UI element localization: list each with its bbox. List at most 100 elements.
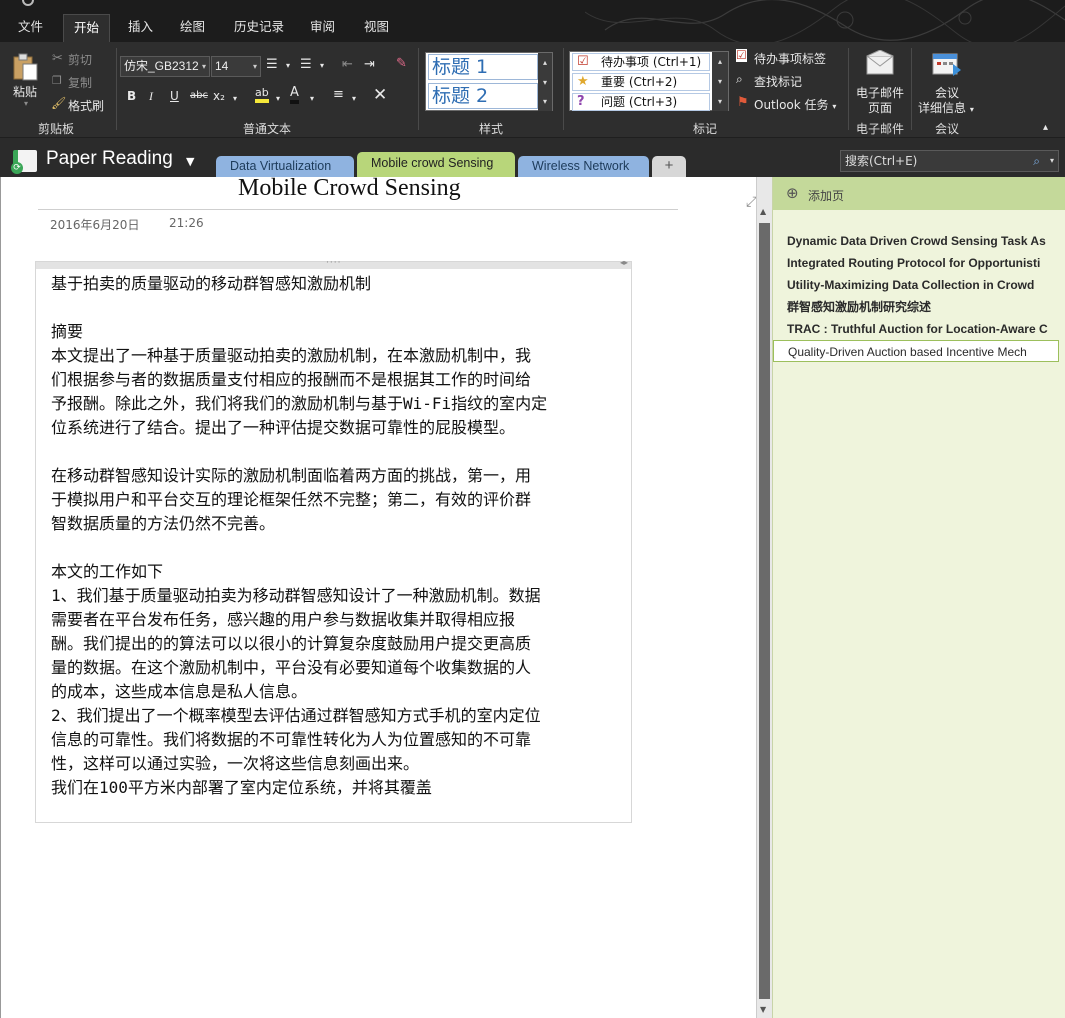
- chevron-down-icon[interactable]: ▾: [320, 61, 324, 70]
- note-line: 量的数据。在这个激励机制中，平台没有必要知道每个收集数据的人: [51, 658, 532, 677]
- flag-icon[interactable]: ⚑: [737, 95, 749, 110]
- strikethrough-button[interactable]: abc: [190, 90, 208, 101]
- section-tab-mobile-crowd-sensing[interactable]: Mobile crowd Sensing: [357, 152, 515, 177]
- meeting-details-button-line2[interactable]: 详细信息 ▾: [918, 99, 974, 116]
- bullet-list-icon[interactable]: ☰: [266, 57, 278, 72]
- page-list-item[interactable]: TRAC : Truthful Auction for Location-Awa…: [773, 318, 1059, 340]
- note-line: 位系统进行了结合。提出了一种评估提交数据可靠性的屁股模型。: [51, 418, 516, 437]
- email-icon[interactable]: [865, 49, 895, 80]
- page-list-item[interactable]: 群智感知激励机制研究综述: [773, 296, 1059, 318]
- tab-file[interactable]: 文件: [8, 14, 53, 42]
- style-heading2[interactable]: 标题 2: [428, 83, 538, 109]
- scroll-up-icon[interactable]: ▴: [712, 52, 728, 72]
- font-size-select[interactable]: 14 ▾: [211, 56, 261, 77]
- scroll-up-icon[interactable]: ▴: [538, 53, 552, 73]
- expand-gallery-icon[interactable]: ▾: [712, 92, 728, 111]
- chevron-down-icon[interactable]: ▾: [276, 94, 280, 103]
- tag-todo[interactable]: ☑ 待办事项 (Ctrl+1): [572, 53, 710, 71]
- note-container[interactable]: ···· ◂▸ 基于拍卖的质量驱动的移动群智感知激励机制 摘要 本文提出了一种基…: [35, 258, 632, 823]
- find-tags-button[interactable]: 查找标记: [754, 73, 802, 90]
- search-input[interactable]: 搜索(Ctrl+E) ⌕ ▾: [840, 150, 1059, 172]
- clear-formatting-icon[interactable]: ✎: [396, 56, 407, 71]
- paste-dropdown-arrow[interactable]: ▾: [24, 99, 28, 108]
- align-icon[interactable]: ≡: [333, 87, 344, 102]
- font-family-select[interactable]: 仿宋_GB2312 ▾: [120, 56, 210, 77]
- delete-icon[interactable]: ✕: [373, 85, 387, 105]
- page-scrollbar[interactable]: ▲ ▼: [756, 177, 772, 1018]
- add-section-button[interactable]: +: [652, 156, 686, 177]
- styles-group-label: 样式: [479, 122, 504, 136]
- scroll-up-icon[interactable]: ▲: [760, 207, 766, 216]
- page-canvas[interactable]: Mobile Crowd Sensing 2016年6月20日 21:26 ⤢ …: [0, 175, 757, 1018]
- page-title[interactable]: Mobile Crowd Sensing: [238, 175, 461, 202]
- page-list-pane: ⊕ 添加页 Dynamic Data Driven Crowd Sensing …: [772, 177, 1065, 1018]
- chevron-down-icon[interactable]: ▾: [352, 94, 356, 103]
- subscript-button[interactable]: x₂: [213, 89, 225, 103]
- chevron-down-icon[interactable]: ▾: [310, 94, 314, 103]
- note-line: 1、我们基于质量驱动拍卖为移动群智感知设计了一种激励机制。数据: [51, 586, 541, 605]
- font-color-button[interactable]: A: [290, 86, 299, 104]
- cut-button[interactable]: 剪切: [68, 51, 92, 68]
- format-painter-icon[interactable]: 🖌: [51, 96, 66, 110]
- bold-button[interactable]: B: [127, 89, 136, 103]
- note-body[interactable]: 基于拍卖的质量驱动的移动群智感知激励机制 摘要 本文提出了一种基于质量驱动拍卖的…: [51, 272, 631, 800]
- decrease-indent-icon[interactable]: ⇤: [342, 57, 353, 72]
- expand-gallery-icon[interactable]: ▾: [538, 92, 552, 111]
- italic-button[interactable]: I: [149, 89, 153, 104]
- numbered-list-icon[interactable]: ☰: [300, 57, 312, 72]
- tab-home[interactable]: 开始: [63, 14, 111, 42]
- email-page-button-line2[interactable]: 页面: [868, 99, 892, 116]
- increase-indent-icon[interactable]: ⇥: [364, 57, 375, 72]
- note-line: [51, 440, 631, 464]
- section-tab-wireless-network[interactable]: Wireless Network: [518, 156, 649, 177]
- page-list-item[interactable]: Dynamic Data Driven Crowd Sensing Task A…: [773, 230, 1059, 252]
- style-heading1[interactable]: 标题 1: [428, 54, 538, 80]
- sync-icon: ⟳: [11, 162, 23, 174]
- tab-draw[interactable]: 绘图: [170, 14, 215, 42]
- chevron-down-icon[interactable]: ▼: [186, 155, 194, 168]
- chevron-down-icon[interactable]: ▾: [1050, 151, 1054, 171]
- chevron-down-icon[interactable]: ▾: [233, 94, 237, 103]
- todo-tag-button[interactable]: 待办事项标签: [754, 50, 826, 67]
- resize-icon[interactable]: ◂▸: [620, 258, 628, 267]
- onenote-window: 文件 开始 插入 绘图 历史记录 审阅 视图 粘贴 ▾ ✂ 剪切 ❐ 复制 🖌 …: [0, 0, 1065, 1018]
- cut-icon[interactable]: ✂: [52, 51, 63, 66]
- find-tags-icon[interactable]: ⌕: [736, 72, 743, 87]
- scroll-down-icon[interactable]: ▾: [538, 73, 552, 92]
- tab-review[interactable]: 审阅: [300, 14, 345, 42]
- meeting-details-label: 详细信息: [918, 101, 967, 115]
- paste-button[interactable]: 粘贴: [13, 83, 37, 100]
- note-line: 酬。我们提出的的算法可以以很小的计算复杂度鼓励用户提交更高质: [51, 634, 532, 653]
- ribbon-home: 粘贴 ▾ ✂ 剪切 ❐ 复制 🖌 格式刷 剪贴板 仿宋_GB2312 ▾ 14 ▾ …: [0, 42, 1065, 138]
- tab-view[interactable]: 视图: [354, 14, 399, 42]
- page-list-item[interactable]: Utility-Maximizing Data Collection in Cr…: [773, 274, 1059, 296]
- add-circle-icon: ⊕: [786, 184, 799, 202]
- tab-insert[interactable]: 插入: [118, 14, 163, 42]
- highlight-button[interactable]: ab: [255, 87, 269, 103]
- scrollbar-thumb[interactable]: [759, 223, 770, 999]
- search-icon[interactable]: ⌕: [1033, 151, 1040, 171]
- copy-icon[interactable]: ❐: [52, 74, 62, 87]
- format-painter-button[interactable]: 格式刷: [68, 97, 104, 114]
- section-tab-data-virtualization[interactable]: Data Virtualization: [216, 156, 354, 177]
- paste-icon[interactable]: [11, 52, 39, 82]
- todo-tag-icon[interactable]: ☑: [736, 49, 747, 62]
- page-list-item-selected[interactable]: Quality-Driven Auction based Incentive M…: [773, 340, 1059, 362]
- underline-button[interactable]: U: [170, 89, 179, 103]
- scroll-down-icon[interactable]: ▼: [760, 1005, 766, 1014]
- tab-history[interactable]: 历史记录: [224, 14, 294, 42]
- copy-button[interactable]: 复制: [68, 74, 92, 91]
- scroll-down-icon[interactable]: ▾: [712, 72, 728, 92]
- add-page-button[interactable]: ⊕ 添加页: [773, 177, 1065, 210]
- collapse-ribbon-icon[interactable]: ▴: [1043, 122, 1048, 133]
- note-drag-handle[interactable]: ···· ◂▸: [36, 258, 631, 269]
- outlook-tasks-button[interactable]: Outlook 任务 ▾: [754, 96, 836, 113]
- tag-question[interactable]: ? 问题 (Ctrl+3): [572, 93, 710, 111]
- tag-important[interactable]: ★ 重要 (Ctrl+2): [572, 73, 710, 91]
- tags-gallery: ☑ 待办事项 (Ctrl+1) ★ 重要 (Ctrl+2) ? 问题 (Ctrl+3)…: [569, 51, 729, 111]
- meeting-details-icon[interactable]: [931, 50, 963, 82]
- basic-text-group-label: 普通文本: [243, 122, 292, 136]
- page-list-item[interactable]: Integrated Routing Protocol for Opportun…: [773, 252, 1059, 274]
- chevron-down-icon[interactable]: ▾: [286, 61, 290, 70]
- notebook-name[interactable]: Paper Reading: [46, 148, 173, 170]
